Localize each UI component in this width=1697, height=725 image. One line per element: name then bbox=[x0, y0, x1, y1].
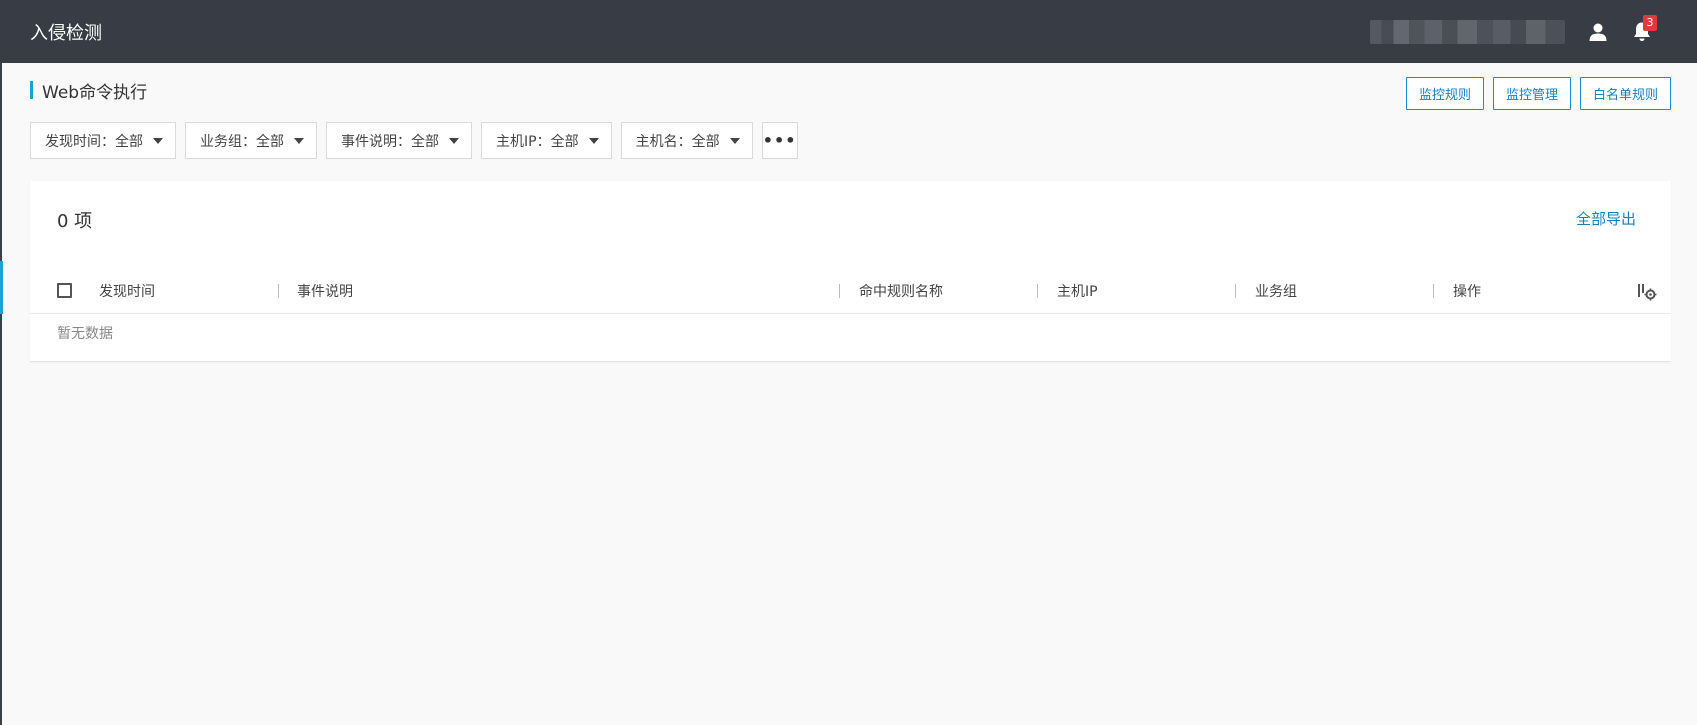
notification-badge: 3 bbox=[1643, 14, 1657, 31]
filter-event-description[interactable]: 事件说明：全部 bbox=[326, 122, 472, 159]
caret-down-icon bbox=[153, 137, 163, 144]
filter-label: 主机IP：全部 bbox=[496, 133, 579, 150]
caret-down-icon bbox=[588, 137, 599, 144]
username-redacted bbox=[1370, 19, 1565, 44]
column-settings-button[interactable] bbox=[1637, 281, 1657, 301]
whitelist-rules-button[interactable]: 白名单规则 bbox=[1579, 77, 1671, 110]
filter-label: 业务组：全部 bbox=[200, 133, 284, 150]
monitor-rules-button[interactable]: 监控规则 bbox=[1405, 77, 1484, 110]
column-divider[interactable] bbox=[839, 284, 840, 298]
column-actions: 操作 bbox=[1453, 284, 1481, 300]
export-all-link[interactable]: 全部导出 bbox=[1576, 208, 1636, 229]
more-icon: ••• bbox=[762, 130, 797, 150]
column-settings-icon bbox=[1638, 284, 1657, 301]
user-menu-button[interactable] bbox=[1581, 15, 1615, 49]
filter-discovery-time[interactable]: 发现时间：全部 bbox=[30, 122, 176, 159]
column-divider[interactable] bbox=[1235, 284, 1236, 298]
column-event-description[interactable]: 事件说明 bbox=[297, 281, 353, 301]
caret-down-icon bbox=[729, 137, 740, 144]
topbar-right: 3 bbox=[1370, 14, 1659, 49]
results-card: 0 项 全部导出 发现时间 事件说明 命中规则名称 主机IP 业务组 操作 暂无… bbox=[30, 181, 1671, 362]
caret-down-icon bbox=[449, 137, 459, 144]
filter-label: 发现时间：全部 bbox=[45, 133, 143, 150]
page-title-text: Web命令执行 bbox=[42, 82, 148, 103]
monitor-management-button[interactable]: 监控管理 bbox=[1492, 77, 1571, 110]
page-actions: 监控规则 监控管理 白名单规则 bbox=[1405, 77, 1671, 110]
top-navigation-bar: 入侵检测 3 bbox=[0, 0, 1697, 63]
filter-host-ip[interactable]: 主机IP：全部 bbox=[481, 122, 612, 159]
caret-down-icon bbox=[294, 137, 304, 144]
column-discovery-time[interactable]: 发现时间 bbox=[99, 281, 155, 301]
app-title: 入侵检测 bbox=[30, 22, 102, 44]
column-divider[interactable] bbox=[1037, 284, 1038, 298]
title-accent-bar bbox=[30, 81, 33, 99]
notifications-button[interactable]: 3 bbox=[1625, 14, 1659, 49]
filter-label: 主机名：全部 bbox=[635, 133, 720, 150]
column-rule-name[interactable]: 命中规则名称 bbox=[859, 281, 943, 301]
select-all-checkbox[interactable] bbox=[57, 283, 72, 298]
result-count: 0 项 bbox=[57, 211, 93, 232]
user-icon bbox=[1589, 23, 1607, 41]
filter-business-group[interactable]: 业务组：全部 bbox=[185, 122, 317, 159]
filter-label: 事件说明：全部 bbox=[341, 133, 439, 150]
column-host-ip[interactable]: 主机IP bbox=[1057, 281, 1098, 301]
page-title: Web命令执行 bbox=[30, 80, 148, 103]
more-filters-button[interactable]: ••• bbox=[761, 122, 798, 159]
filter-host-name[interactable]: 主机名：全部 bbox=[620, 122, 753, 159]
left-edge bbox=[0, 63, 2, 725]
table-header: 发现时间 事件说明 命中规则名称 主机IP 业务组 操作 bbox=[30, 267, 1671, 314]
column-business-group[interactable]: 业务组 bbox=[1255, 281, 1297, 301]
column-divider[interactable] bbox=[1433, 284, 1434, 298]
column-divider[interactable] bbox=[278, 284, 279, 298]
sidebar-accent-bar bbox=[0, 261, 3, 314]
empty-state-text: 暂无数据 bbox=[57, 326, 113, 342]
filter-bar: 发现时间：全部 业务组：全部 事件说明：全部 主机IP：全部 主机名：全部 ••… bbox=[30, 122, 798, 159]
